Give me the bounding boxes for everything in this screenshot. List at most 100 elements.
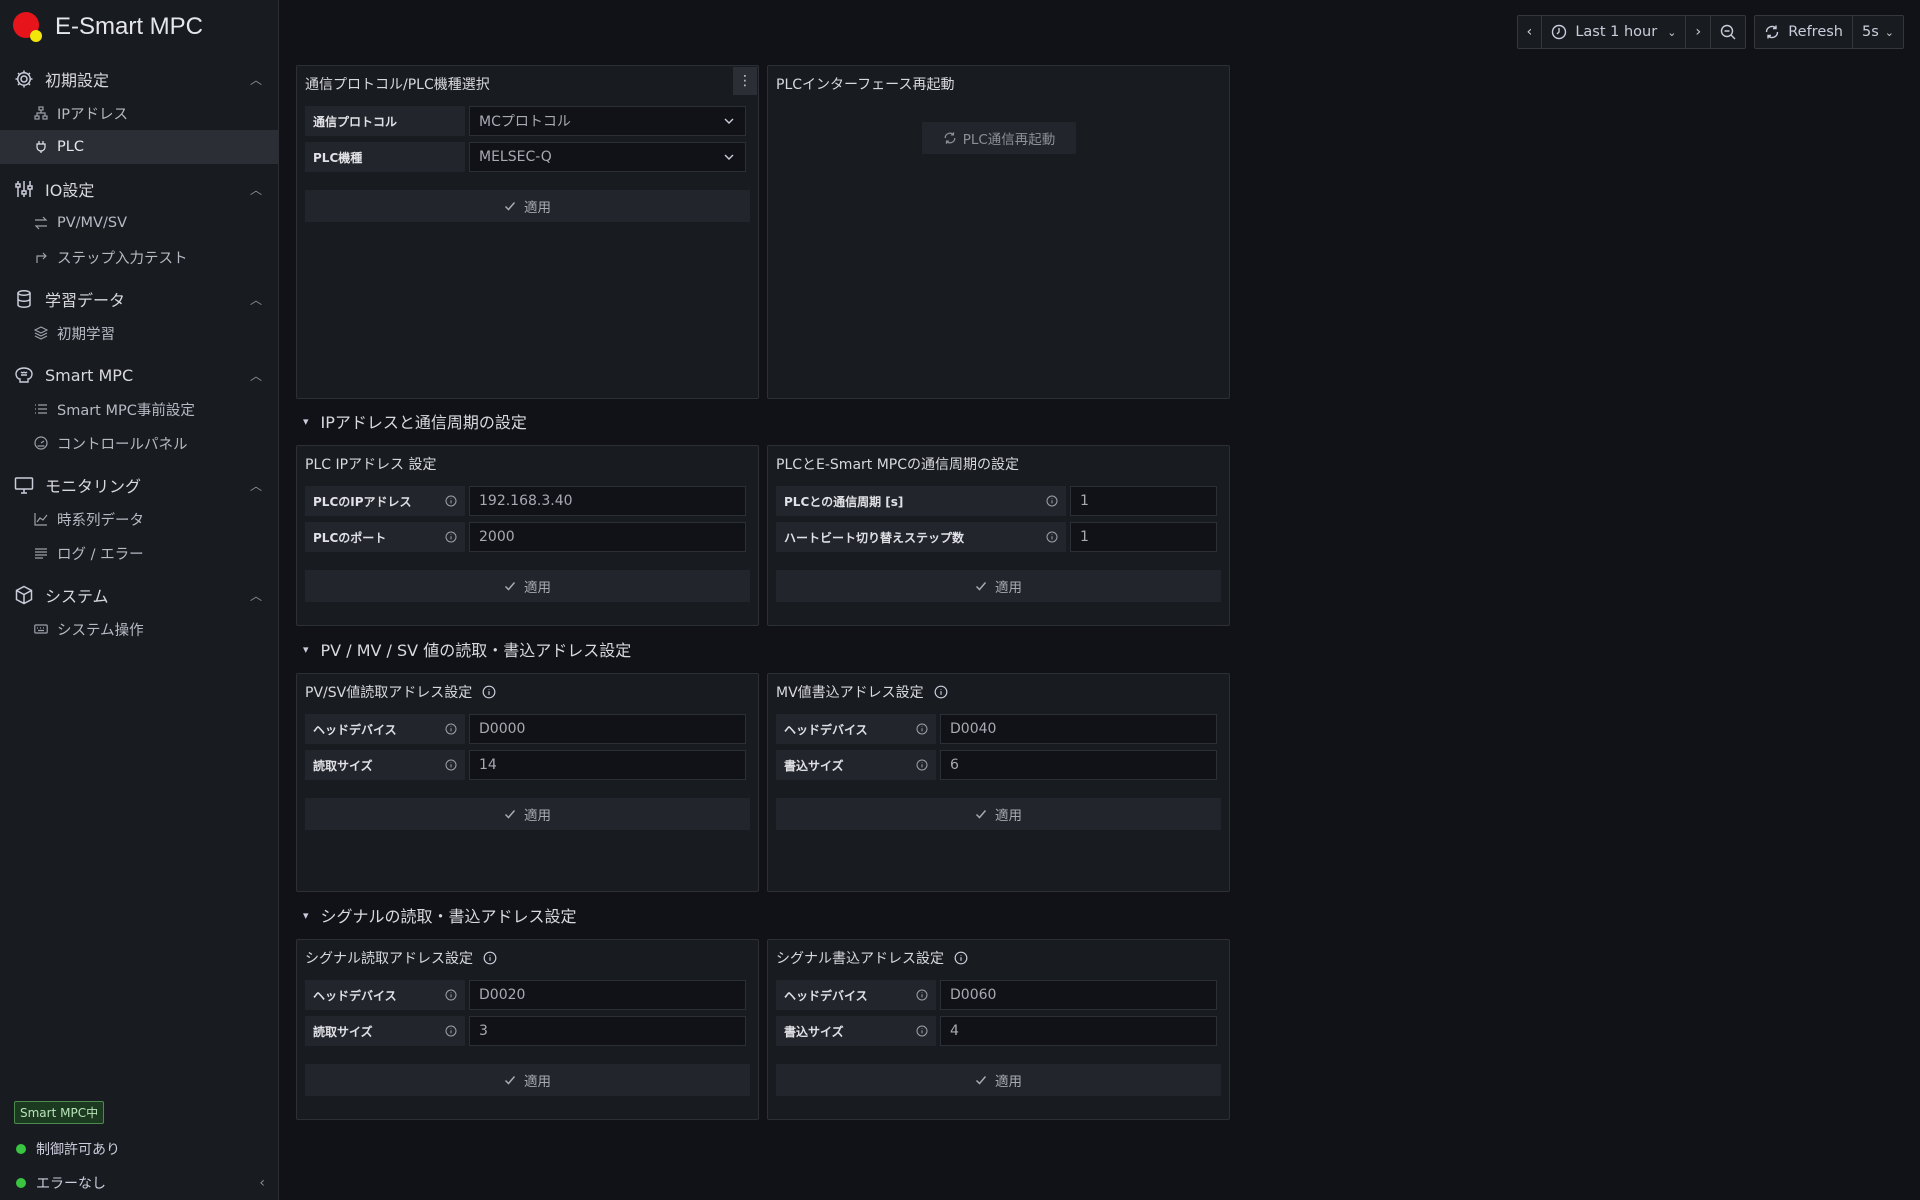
- apply-button[interactable]: 適用: [776, 798, 1221, 830]
- field-label-text: ヘッドデバイス: [784, 988, 868, 1003]
- select-value: MELSEC-Q: [479, 149, 552, 165]
- field-row-head-device: ヘッドデバイス D0020: [305, 980, 746, 1010]
- plc-ip-input[interactable]: 192.168.3.40: [469, 486, 746, 516]
- info-icon[interactable]: [445, 495, 457, 507]
- sidebar-item-timeseries[interactable]: 時系列データ: [0, 502, 278, 536]
- plc-port-input[interactable]: 2000: [469, 522, 746, 552]
- chevron-down-icon: ⌄: [1884, 25, 1894, 39]
- info-icon[interactable]: [445, 759, 457, 771]
- sidebar-item-pv-mv-sv[interactable]: PV/MV/SV: [0, 206, 278, 240]
- field-row-head-device: ヘッドデバイス D0000: [305, 714, 746, 744]
- info-icon[interactable]: [916, 1025, 928, 1037]
- write-size-input[interactable]: 6: [940, 750, 1217, 780]
- brand[interactable]: E-Smart MPC: [0, 0, 278, 54]
- sidebar-item-plc[interactable]: PLC: [0, 130, 278, 164]
- write-size-input[interactable]: 4: [940, 1016, 1217, 1046]
- time-forward-button[interactable]: ›: [1686, 16, 1712, 48]
- zoom-out-button[interactable]: [1711, 16, 1745, 48]
- apply-button[interactable]: 適用: [305, 798, 750, 830]
- protocol-select[interactable]: MCプロトコル: [469, 106, 746, 136]
- input-value: 6: [950, 757, 959, 773]
- field-label-text: PLCとの通信周期 [s]: [784, 494, 904, 509]
- chevron-up-icon: ︿: [249, 588, 262, 603]
- time-range-picker[interactable]: Last 1 hour ⌄: [1542, 16, 1687, 48]
- info-icon[interactable]: [483, 951, 497, 965]
- info-icon[interactable]: [482, 685, 496, 699]
- chevron-down-icon: ▾: [303, 908, 309, 922]
- heartbeat-steps-input[interactable]: 1: [1070, 522, 1217, 552]
- time-back-button[interactable]: ‹: [1518, 16, 1543, 48]
- clock-icon: [1552, 24, 1567, 40]
- head-device-input[interactable]: D0020: [469, 980, 746, 1010]
- nav-group-smart-mpc[interactable]: Smart MPC ︿: [0, 358, 278, 392]
- sidebar-item-smart-mpc-presettings[interactable]: Smart MPC事前設定: [0, 392, 278, 426]
- nav-group-system[interactable]: システム ︿: [0, 578, 278, 612]
- check-icon: [975, 810, 987, 819]
- communication-period-input[interactable]: 1: [1070, 486, 1217, 516]
- align-left-icon: [33, 545, 49, 561]
- kebab-menu-icon[interactable]: ⋮: [733, 67, 757, 95]
- info-icon[interactable]: [445, 1025, 457, 1037]
- chevron-up-icon: ︿: [249, 182, 262, 197]
- gear-icon: [13, 68, 35, 90]
- section-header-signal[interactable]: ▾ シグナルの読取・書込アドレス設定: [303, 903, 577, 927]
- info-icon[interactable]: [1046, 531, 1058, 543]
- panel-title: シグナル読取アドレス設定: [305, 948, 497, 968]
- refresh-button[interactable]: Refresh: [1755, 16, 1853, 48]
- panel-title: 通信プロトコル/PLC機種選択: [305, 77, 490, 93]
- field-label: ハートビート切り替えステップ数: [776, 522, 1066, 552]
- sidebar-item-initial-learning[interactable]: 初期学習: [0, 316, 278, 350]
- field-label-text: ヘッドデバイス: [313, 988, 397, 1003]
- panel-title-text: シグナル書込アドレス設定: [776, 951, 944, 967]
- read-size-input[interactable]: 14: [469, 750, 746, 780]
- refresh-interval-picker[interactable]: 5s ⌄: [1853, 16, 1903, 48]
- info-icon[interactable]: [916, 723, 928, 735]
- apply-button[interactable]: 適用: [305, 570, 750, 602]
- section-header-ip[interactable]: ▾ IPアドレスと通信周期の設定: [303, 409, 527, 433]
- nav-group-io-settings[interactable]: IO設定 ︿: [0, 172, 278, 206]
- info-icon[interactable]: [1046, 495, 1058, 507]
- info-icon[interactable]: [445, 531, 457, 543]
- apply-button[interactable]: 適用: [305, 190, 750, 222]
- status-control-permitted: 制御許可あり: [0, 1132, 279, 1166]
- sidebar-item-step-input-test[interactable]: ステップ入力テスト: [0, 240, 278, 274]
- info-icon[interactable]: [954, 951, 968, 965]
- plc-model-select[interactable]: MELSEC-Q: [469, 142, 746, 172]
- status-no-error: エラーなし ‹: [0, 1166, 279, 1200]
- field-label: 読取サイズ: [305, 1016, 465, 1046]
- apply-button[interactable]: 適用: [776, 570, 1221, 602]
- database-icon: [13, 288, 35, 310]
- panel-title: PLC IPアドレス 設定: [305, 457, 437, 473]
- apply-button[interactable]: 適用: [776, 1064, 1221, 1096]
- info-icon[interactable]: [916, 759, 928, 771]
- brain-icon: [13, 364, 35, 386]
- nav-group-learning-data[interactable]: 学習データ ︿: [0, 282, 278, 316]
- info-icon[interactable]: [916, 989, 928, 1001]
- nav-group-monitoring[interactable]: モニタリング ︿: [0, 468, 278, 502]
- apply-label: 適用: [995, 1074, 1022, 1090]
- head-device-input[interactable]: D0040: [940, 714, 1217, 744]
- sidebar-item-control-panel[interactable]: コントロールパネル: [0, 426, 278, 460]
- read-size-input[interactable]: 3: [469, 1016, 746, 1046]
- check-icon: [504, 202, 516, 211]
- nav-group-initial-settings[interactable]: 初期設定 ︿: [0, 62, 278, 96]
- apply-label: 適用: [995, 580, 1022, 596]
- section-header-pv-mv-sv[interactable]: ▾ PV / MV / SV 値の読取・書込アドレス設定: [303, 637, 631, 661]
- chevron-up-icon: ︿: [249, 292, 262, 307]
- input-value: D0060: [950, 987, 997, 1003]
- chevron-down-icon: [724, 118, 734, 124]
- sidebar-item-system-operation[interactable]: システム操作: [0, 612, 278, 646]
- plc-restart-button[interactable]: PLC通信再起動: [922, 122, 1076, 154]
- sidebar-item-ip-address[interactable]: IPアドレス: [0, 96, 278, 130]
- refresh-interval-label: 5s: [1862, 24, 1879, 40]
- panel-title-text: PV/SV値読取アドレス設定: [305, 685, 473, 701]
- cube-icon: [13, 584, 35, 606]
- info-icon[interactable]: [445, 989, 457, 1001]
- chevron-left-icon[interactable]: ‹: [259, 1175, 265, 1191]
- sidebar-item-log-error[interactable]: ログ / エラー: [0, 536, 278, 570]
- info-icon[interactable]: [445, 723, 457, 735]
- info-icon[interactable]: [934, 685, 948, 699]
- apply-button[interactable]: 適用: [305, 1064, 750, 1096]
- head-device-input[interactable]: D0000: [469, 714, 746, 744]
- head-device-input[interactable]: D0060: [940, 980, 1217, 1010]
